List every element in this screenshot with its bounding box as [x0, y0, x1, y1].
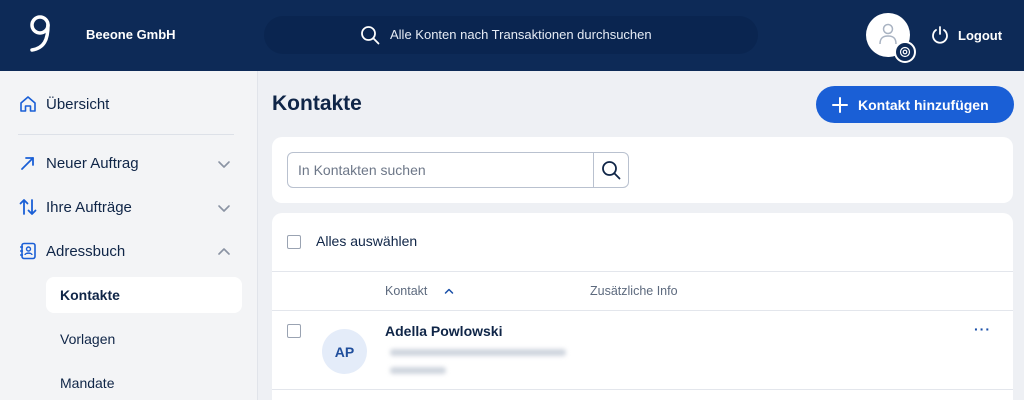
page-title: Kontakte [272, 92, 362, 115]
search-icon [361, 26, 380, 45]
global-search-bar[interactable]: Alle Konten nach Transaktionen durchsuch… [264, 16, 758, 54]
sidebar-subitem-mandate[interactable]: Mandate [46, 365, 242, 400]
sidebar-item-uebersicht[interactable]: Übersicht [18, 92, 109, 116]
sidebar-subitem-kontakte[interactable]: Kontakte [46, 277, 242, 313]
row-more-menu[interactable]: ··· [974, 321, 991, 337]
avatar: AP [322, 329, 367, 374]
select-all-label: Alles auswählen [316, 233, 418, 249]
add-contact-button[interactable]: Kontakt hinzufügen [816, 86, 1014, 123]
sidebar-divider [18, 134, 234, 135]
sidebar-item-label: Ihre Aufträge [46, 198, 132, 216]
sort-ascending-icon[interactable] [444, 287, 454, 295]
logout-button[interactable]: Logout [930, 24, 1002, 46]
sidebar-item-neuer-auftrag[interactable]: Neuer Auftrag [18, 151, 139, 175]
blurred-contact-detail [390, 367, 446, 374]
contact-search-button[interactable] [593, 153, 628, 187]
company-name: Beeone GmbH [86, 27, 176, 42]
sidebar-item-ihre-auftraege[interactable]: Ihre Aufträge [18, 195, 132, 219]
contact-search-field [287, 152, 629, 188]
settings-badge[interactable] [894, 41, 916, 63]
row-divider [272, 389, 1013, 390]
top-bar: Beeone GmbH Alle Konten nach Transaktion… [0, 0, 1024, 71]
row-divider [272, 310, 1013, 311]
chevron-down-icon[interactable] [216, 156, 232, 172]
sidebar: Übersicht Neuer Auftrag Ihre Aufträge Ad… [0, 71, 258, 400]
contact-name[interactable]: Adella Powlowski [385, 323, 502, 339]
plus-icon [832, 96, 848, 113]
global-search-placeholder: Alle Konten nach Transaktionen durchsuch… [390, 27, 652, 42]
sidebar-item-adressbuch[interactable]: Adressbuch [18, 239, 125, 263]
logout-label: Logout [958, 27, 1003, 43]
target-icon [899, 46, 911, 58]
add-contact-label: Kontakt hinzufügen [858, 96, 989, 113]
logo-icon[interactable] [26, 14, 56, 56]
contact-search-input[interactable] [288, 153, 593, 187]
user-avatar[interactable] [866, 13, 916, 63]
row-checkbox[interactable] [287, 324, 301, 338]
home-icon [18, 94, 38, 114]
address-book-icon [18, 241, 38, 261]
column-header-zusaetzliche-info: Zusätzliche Info [590, 284, 678, 298]
arrows-up-down-icon [18, 197, 38, 217]
contacts-list-card: Alles auswählen Kontakt Zusätzliche Info… [272, 213, 1013, 400]
sidebar-item-label: Übersicht [46, 95, 110, 113]
row-divider [272, 271, 1013, 272]
blurred-contact-detail [390, 349, 566, 356]
column-header-kontakt[interactable]: Kontakt [385, 284, 427, 298]
chevron-down-icon[interactable] [216, 200, 232, 216]
power-icon [932, 26, 948, 44]
chevron-up-icon[interactable] [216, 244, 232, 260]
arrow-up-right-icon [18, 153, 38, 173]
sidebar-subitem-vorlagen[interactable]: Vorlagen [46, 321, 242, 357]
search-icon [602, 161, 621, 180]
search-card [272, 137, 1013, 203]
user-icon [879, 23, 897, 45]
sidebar-item-label: Adressbuch [46, 242, 126, 260]
sidebar-item-label: Neuer Auftrag [46, 154, 139, 172]
select-all-checkbox[interactable] [287, 235, 301, 249]
